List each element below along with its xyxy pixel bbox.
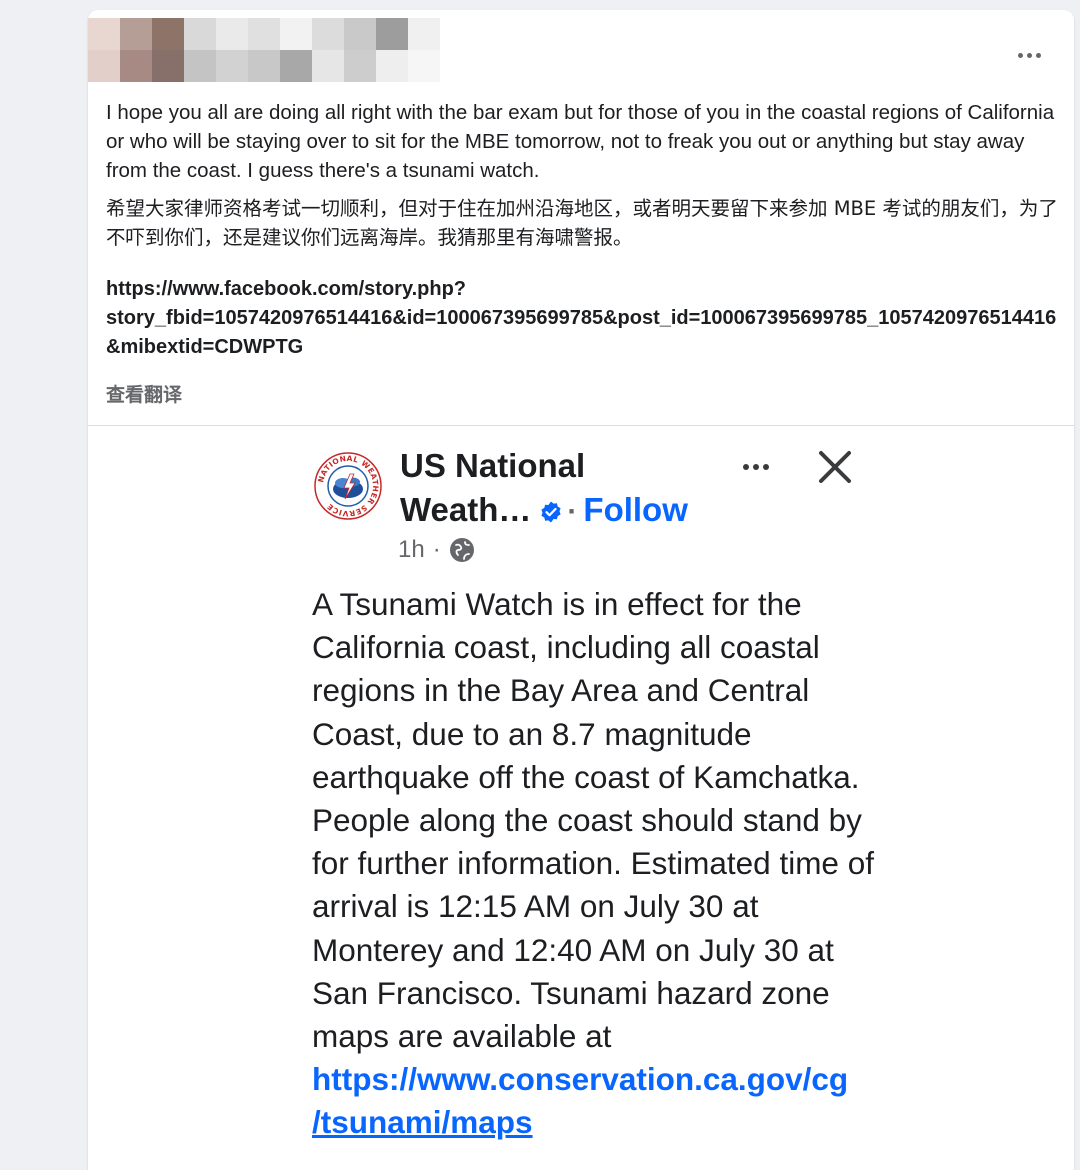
post-time[interactable]: 1h [398, 536, 425, 564]
close-icon[interactable] [816, 448, 854, 486]
blur-pixel [248, 18, 280, 50]
blur-pixel [248, 50, 280, 82]
blur-pixel [120, 50, 152, 82]
hazard-maps-link-line-2[interactable]: /tsunami/maps [312, 1101, 878, 1144]
blur-pixel [216, 50, 248, 82]
more-horizontal-icon [743, 464, 769, 470]
blur-pixel [408, 18, 440, 50]
follow-button[interactable]: Follow [583, 491, 687, 528]
page-name-line-2[interactable]: Weath… [400, 491, 531, 528]
blur-pixel [408, 50, 440, 82]
blur-pixel [280, 50, 312, 82]
tsunami-watch-text: A Tsunami Watch is in effect for the Cal… [312, 586, 874, 1055]
blur-pixel [280, 18, 312, 50]
blur-pixel [88, 50, 120, 82]
embedded-options-button[interactable] [736, 454, 776, 480]
blur-pixel [152, 50, 184, 82]
see-translation-link[interactable]: 查看翻译 [106, 380, 182, 407]
name-separator: · [567, 495, 578, 528]
verified-badge-icon [541, 501, 562, 523]
page-name[interactable]: US National Weath… · Follow [400, 444, 730, 534]
meta-separator: · [432, 536, 441, 563]
blur-pixel [88, 18, 120, 50]
globe-icon [449, 538, 474, 562]
blur-pixel [120, 18, 152, 50]
blurred-author-info [88, 18, 440, 82]
blur-pixel [344, 18, 376, 50]
blur-pixel [184, 50, 216, 82]
blur-pixel [344, 50, 376, 82]
blur-pixel [376, 50, 408, 82]
blur-pixel [184, 18, 216, 50]
nws-logo: NATIONAL WEATHER SERVICE [314, 452, 382, 520]
blur-pixel [152, 18, 184, 50]
post-body: I hope you all are doing all right with … [106, 98, 1058, 362]
post-link-line-2[interactable]: story_fbid=1057420976514416&id=100067395… [106, 307, 1056, 358]
post-text-chinese: 希望大家律师资格考试一切顺利，但对于住在加州沿海地区，或者明天要留下来参加 MB… [106, 197, 1058, 249]
page-name-line-1[interactable]: US National [400, 444, 730, 488]
embedded-post-text: A Tsunami Watch is in effect for the Cal… [312, 583, 878, 1145]
blur-pixel [216, 18, 248, 50]
post-text-english: I hope you all are doing all right with … [106, 101, 1055, 182]
post-meta: 1h · [398, 536, 475, 564]
more-horizontal-icon [1017, 52, 1041, 58]
blur-pixel [376, 18, 408, 50]
facebook-post-card: I hope you all are doing all right with … [88, 10, 1074, 1170]
post-link[interactable]: https://www.facebook.com/story.php? stor… [106, 275, 1058, 362]
embedded-screenshot: NATIONAL WEATHER SERVICE US National Wea… [298, 426, 878, 1170]
hazard-maps-link-line-1[interactable]: https://www.conservation.ca.gov/cg [312, 1058, 878, 1101]
blur-pixel [312, 50, 344, 82]
post-link-line-1[interactable]: https://www.facebook.com/story.php? [106, 278, 466, 300]
post-options-button[interactable] [1012, 38, 1046, 72]
blur-pixel [312, 18, 344, 50]
